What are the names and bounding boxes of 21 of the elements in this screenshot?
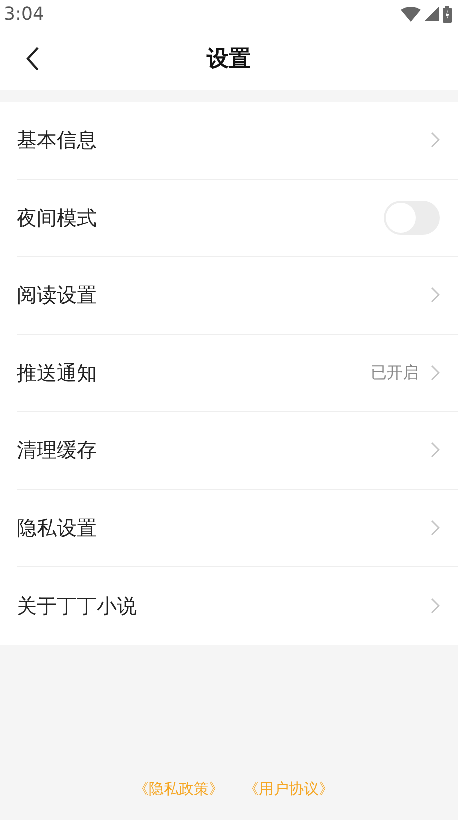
setting-value: 已开启 — [371, 362, 419, 384]
status-time: 3:04 — [4, 2, 44, 26]
chevron-right-icon — [431, 132, 440, 148]
page-title: 设置 — [207, 46, 251, 74]
setting-label: 隐私设置 — [17, 514, 98, 542]
policy-link[interactable]: 《隐私政策》 — [134, 778, 224, 800]
signal-icon — [425, 7, 439, 21]
chevron-right-icon — [431, 520, 440, 536]
setting-label: 推送通知 — [17, 360, 98, 387]
policy-link[interactable]: 《用户协议》 — [244, 778, 334, 800]
wifi-icon — [401, 6, 421, 22]
setting-label: 夜间模式 — [17, 204, 98, 232]
setting-label: 阅读设置 — [17, 282, 98, 310]
chevron-right-icon — [431, 287, 440, 304]
setting-label: 关于丁丁小说 — [17, 592, 138, 620]
chevron-right-icon — [431, 442, 440, 458]
chevron-right-icon — [431, 598, 440, 614]
battery-icon — [443, 6, 452, 22]
chevron-right-icon — [431, 364, 440, 381]
setting-label: 基本信息 — [17, 127, 98, 154]
setting-label: 清理缓存 — [17, 437, 98, 464]
